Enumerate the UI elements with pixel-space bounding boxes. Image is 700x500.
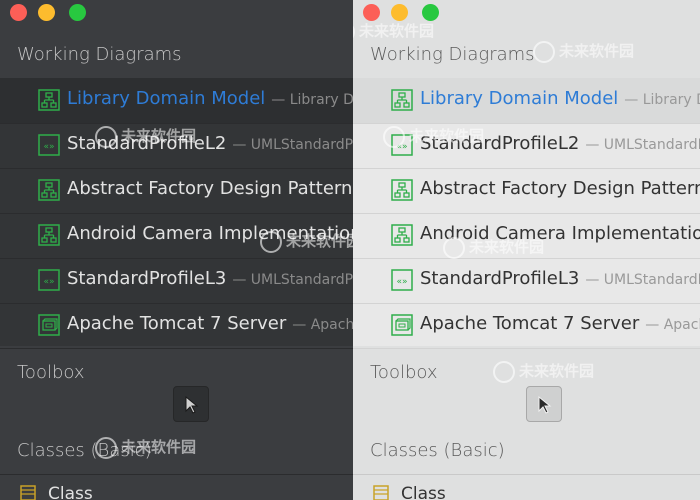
- diagram-name: Abstract Factory Design Pattern: [67, 178, 353, 199]
- diagram-name: Apache Tomcat 7 Server: [67, 313, 287, 334]
- diagram-subtitle: — Library Dom: [271, 92, 353, 108]
- diagram-name: StandardProfileL3: [67, 268, 227, 289]
- class-label: Class: [48, 484, 93, 500]
- divider: [0, 474, 353, 475]
- diagram-row[interactable]: «» StandardProfileL3 — UMLStandardPro: [0, 258, 353, 304]
- diagram-name: Android Camera Implementation C: [420, 223, 700, 244]
- profile-diagram-icon: «»: [391, 134, 413, 156]
- pointer-icon: [538, 395, 552, 414]
- pointer-icon: [185, 395, 199, 414]
- class-icon: [20, 485, 36, 500]
- class-diagram-icon: [38, 179, 60, 201]
- profile-diagram-icon: «»: [391, 269, 413, 291]
- class-diagram-icon: [38, 224, 60, 246]
- light-theme-panel: Working Diagrams Library Domain Model — L…: [353, 0, 700, 500]
- diagram-subtitle: — Apache To: [292, 317, 353, 333]
- toolbox-item-class[interactable]: Class: [353, 476, 700, 500]
- diagram-row[interactable]: «» StandardProfileL3 — UMLStandardProfi: [353, 258, 700, 304]
- class-diagram-icon: [391, 89, 413, 111]
- working-diagrams-list: Library Domain Model — Library Dom «» Sta…: [353, 78, 700, 349]
- zoom-button[interactable]: [69, 4, 86, 21]
- minimize-button[interactable]: [391, 4, 408, 21]
- diagram-subtitle: — UMLStandardProfi: [585, 137, 700, 153]
- diagram-name: StandardProfileL3: [420, 268, 580, 289]
- diagram-name: Android Camera Implementation Cl: [67, 223, 353, 244]
- divider: [353, 474, 700, 475]
- diagram-row[interactable]: Android Camera Implementation Cl: [0, 213, 353, 259]
- toolbox-title: Toolbox: [370, 362, 438, 383]
- toolbox-title: Toolbox: [17, 362, 85, 383]
- diagram-row[interactable]: Android Camera Implementation C: [353, 213, 700, 259]
- dark-theme-panel: Working Diagrams Library Domain Model — L…: [0, 0, 353, 500]
- toolbox-item-class[interactable]: Class: [0, 476, 353, 500]
- close-button[interactable]: [363, 4, 380, 21]
- diagram-row[interactable]: «» StandardProfileL2 — UMLStandardPro: [0, 123, 353, 169]
- class-icon: [373, 485, 389, 500]
- diagram-subtitle: — UMLStandardProfi: [585, 272, 700, 288]
- diagram-row[interactable]: Apache Tomcat 7 Server — Apache To: [0, 303, 353, 349]
- select-tool-button[interactable]: [526, 386, 562, 422]
- profile-diagram-icon: «»: [38, 134, 60, 156]
- working-diagrams-title: Working Diagrams: [17, 44, 182, 65]
- working-diagrams-title: Working Diagrams: [370, 44, 535, 65]
- svg-text:«»: «»: [396, 277, 407, 287]
- watermark: 未来软件园: [533, 40, 634, 63]
- diagram-subtitle: — UMLStandardPro: [232, 137, 353, 153]
- diagram-row[interactable]: Abstract Factory Design Pattern— A: [353, 168, 700, 214]
- diagram-name: Abstract Factory Design Pattern: [420, 178, 700, 199]
- profile-diagram-icon: «»: [38, 269, 60, 291]
- svg-text:«»: «»: [43, 142, 54, 152]
- class-diagram-icon: [38, 89, 60, 111]
- class-label: Class: [401, 484, 446, 500]
- class-diagram-icon: [391, 179, 413, 201]
- classes-title: Classes (Basic): [17, 440, 152, 461]
- diagram-name: StandardProfileL2: [420, 133, 580, 154]
- diagram-subtitle: — UMLStandardPro: [232, 272, 353, 288]
- diagram-row[interactable]: Library Domain Model — Library Dom: [0, 78, 353, 124]
- diagram-name: Library Domain Model: [420, 88, 619, 109]
- deployment-diagram-icon: [38, 314, 60, 336]
- diagram-row[interactable]: Library Domain Model — Library Dom: [353, 78, 700, 124]
- watermark: 未来软件园: [493, 360, 594, 383]
- diagram-subtitle: — Library Dom: [624, 92, 700, 108]
- class-diagram-icon: [391, 224, 413, 246]
- working-diagrams-list: Library Domain Model — Library Dom «» Sta…: [0, 78, 353, 349]
- diagram-name: Apache Tomcat 7 Server: [420, 313, 640, 334]
- deployment-diagram-icon: [391, 314, 413, 336]
- diagram-row[interactable]: Abstract Factory Design Pattern— A: [0, 168, 353, 214]
- diagram-name: Library Domain Model: [67, 88, 266, 109]
- diagram-subtitle: — Apache To: [645, 317, 700, 333]
- minimize-button[interactable]: [38, 4, 55, 21]
- svg-text:«»: «»: [43, 277, 54, 287]
- diagram-row[interactable]: «» StandardProfileL2 — UMLStandardProfi: [353, 123, 700, 169]
- zoom-button[interactable]: [422, 4, 439, 21]
- diagram-row[interactable]: Apache Tomcat 7 Server — Apache To: [353, 303, 700, 349]
- watermark: 未来软件园: [353, 20, 434, 43]
- classes-title: Classes (Basic): [370, 440, 505, 461]
- close-button[interactable]: [10, 4, 27, 21]
- select-tool-button[interactable]: [173, 386, 209, 422]
- svg-text:«»: «»: [396, 142, 407, 152]
- diagram-name: StandardProfileL2: [67, 133, 227, 154]
